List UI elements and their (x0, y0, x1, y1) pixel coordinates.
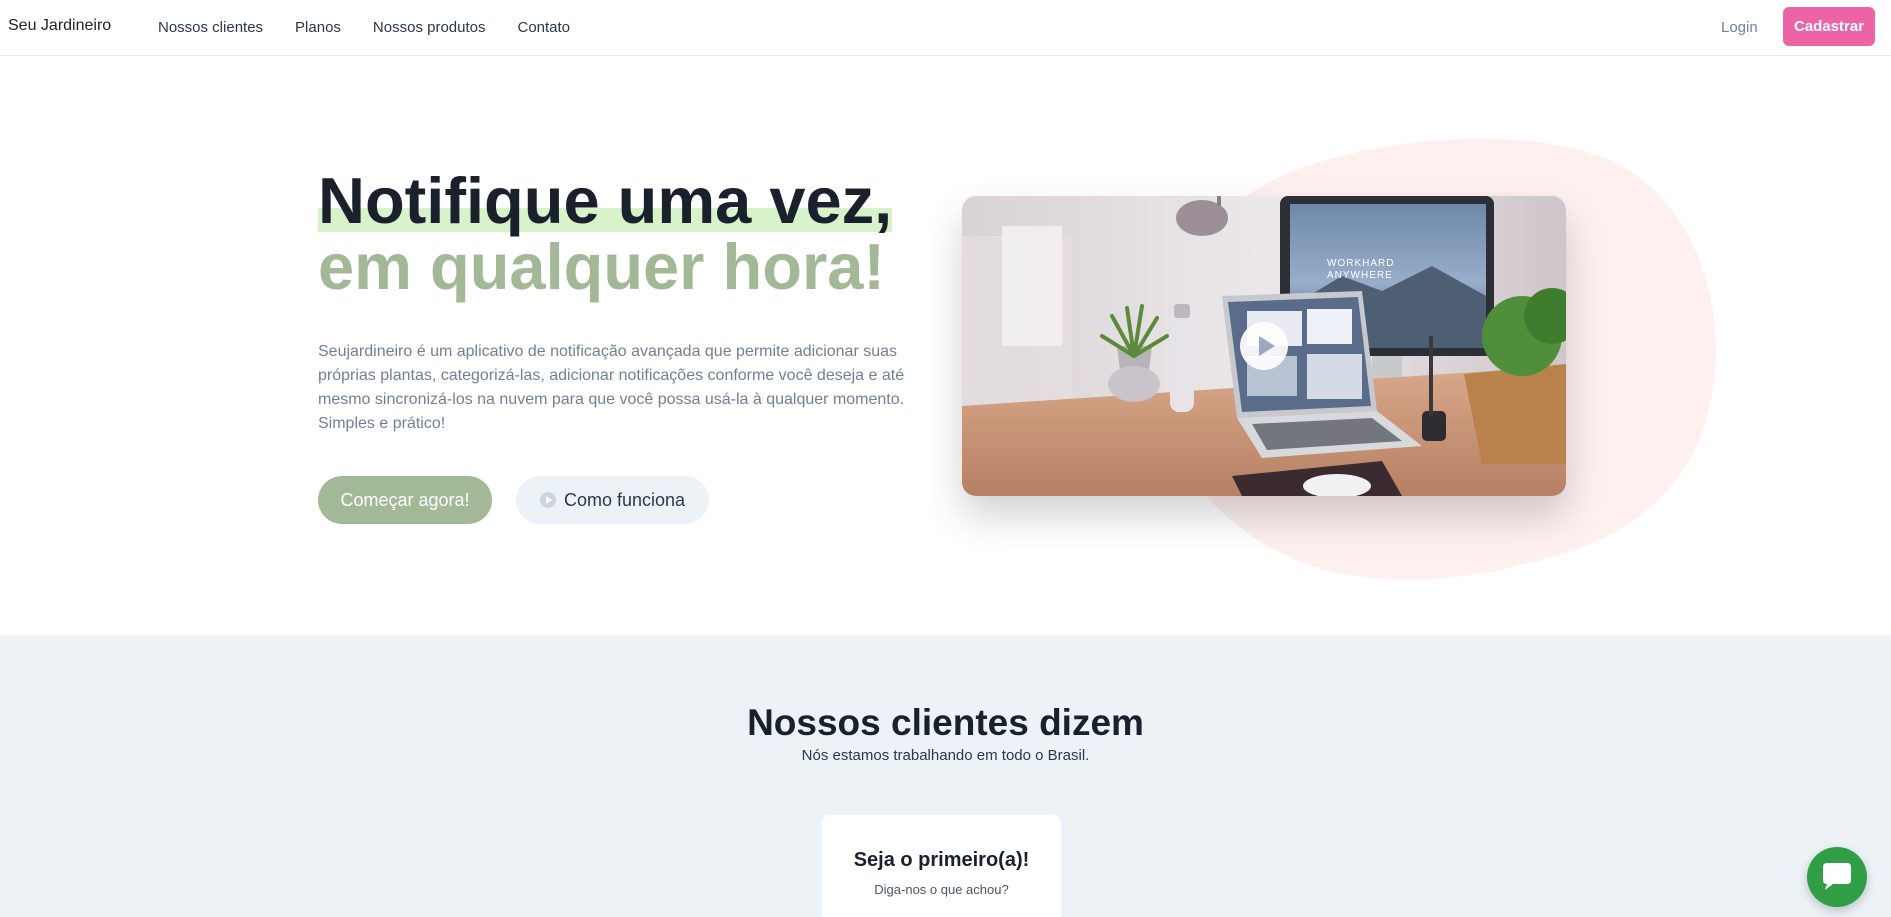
login-link[interactable]: Login (1721, 19, 1758, 36)
hero-title-line1-text: Notifique uma vez, (318, 164, 893, 237)
hero-title: Notifique uma vez, em qualquer hora! (318, 168, 893, 303)
nav-link-plans[interactable]: Planos (295, 19, 341, 36)
top-navbar: Seu Jardineiro Nossos clientes Planos No… (0, 0, 1891, 56)
how-it-works-button[interactable]: Como funciona (516, 476, 709, 524)
chat-bubble-icon (1823, 863, 1851, 890)
monitor-screen-text: WORKHARD (1327, 258, 1394, 269)
brand-logo[interactable]: Seu Jardineiro (8, 17, 111, 35)
clients-section-subtitle: Nós estamos trabalhando em todo o Brasil… (801, 747, 1090, 764)
nav-link-contact[interactable]: Contato (517, 19, 570, 36)
chat-button[interactable] (1807, 847, 1867, 907)
testimonial-card[interactable]: Seja o primeiro(a)! Diga-nos o que achou… (822, 815, 1061, 917)
clients-section-title: Nossos clientes dizem (747, 702, 1144, 743)
play-circle-icon (539, 492, 556, 508)
testimonial-card-title: Seja o primeiro(a)! (853, 849, 1030, 871)
hero-title-line2: em qualquer hora! (318, 230, 886, 303)
hero-description: Seujardineiro é um aplicativo de notific… (318, 343, 905, 432)
nav-link-clients[interactable]: Nossos clientes (158, 19, 263, 36)
main-nav: Nossos clientes Planos Nossos produtos C… (158, 19, 570, 36)
signup-button[interactable]: Cadastrar (1783, 7, 1875, 46)
testimonial-card-subtitle: Diga-nos o que achou? (874, 882, 1009, 897)
hero-title-line1: Notifique uma vez, (318, 168, 893, 234)
start-now-button[interactable]: Começar agora! (318, 476, 492, 524)
play-icon[interactable] (1240, 322, 1288, 370)
nav-link-products[interactable]: Nossos produtos (373, 19, 486, 36)
how-it-works-label: Como funciona (563, 489, 686, 510)
svg-text:ANYWHERE: ANYWHERE (1327, 270, 1393, 281)
